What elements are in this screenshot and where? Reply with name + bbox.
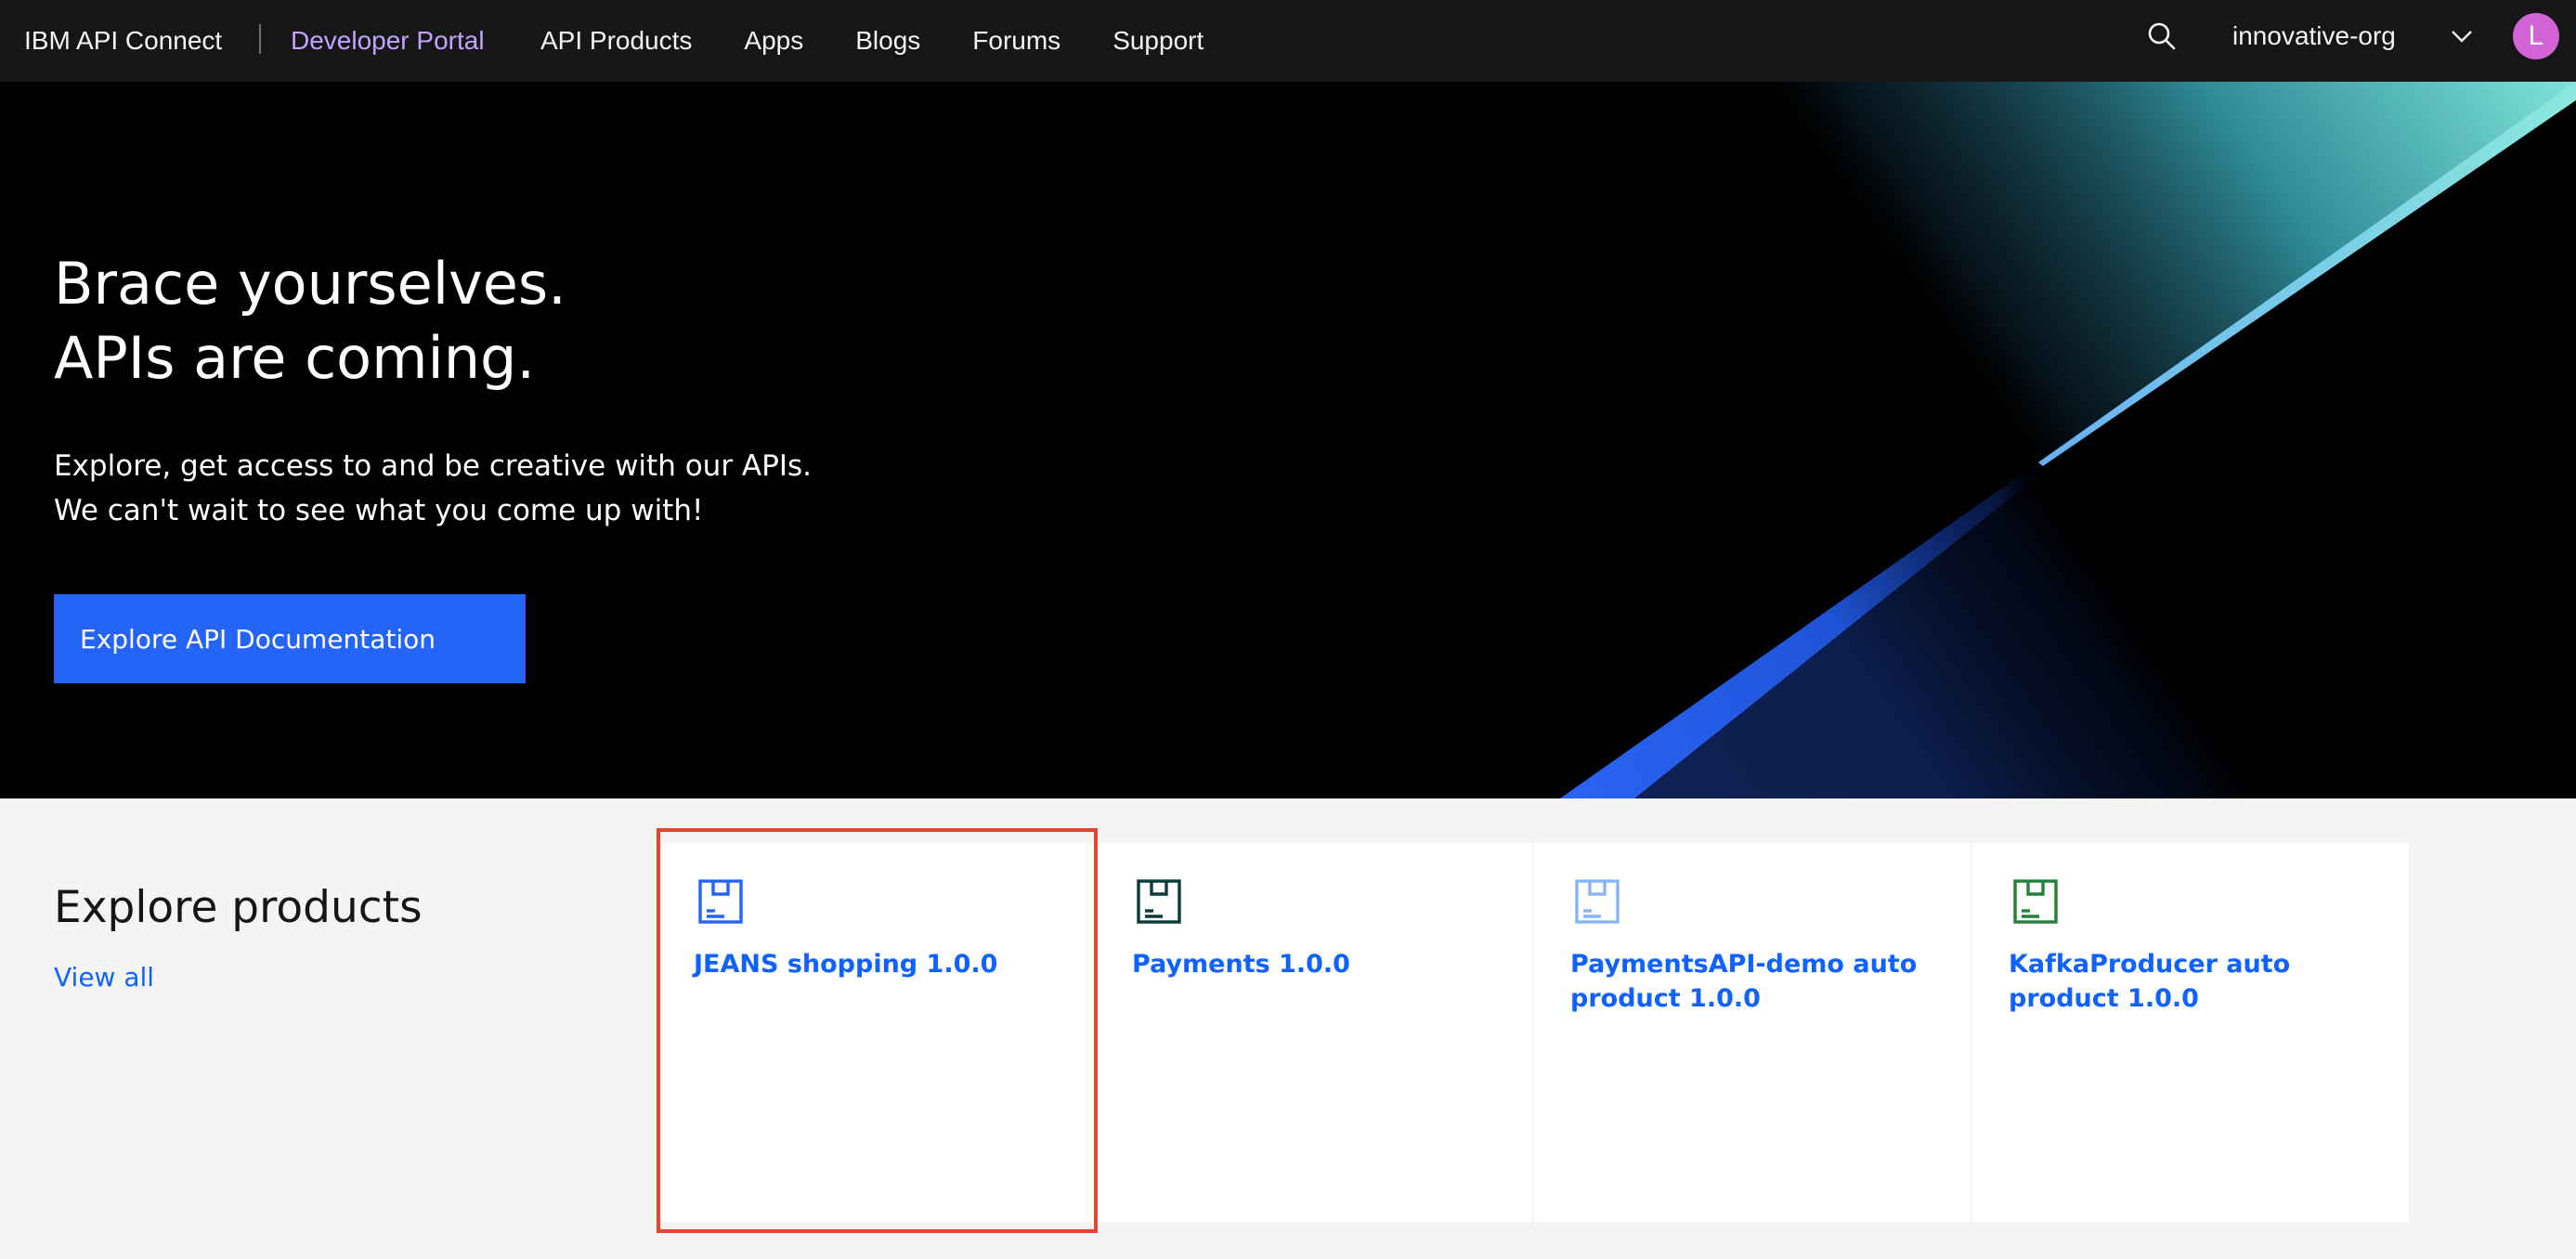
nav-item-api-products[interactable]: API Products <box>540 26 692 56</box>
product-card-title[interactable]: PaymentsAPI-demo auto product 1.0.0 <box>1570 947 1951 1016</box>
top-navigation-bar: IBM API Connect Developer Portal API Pro… <box>0 0 2576 82</box>
hero-background-art <box>1560 82 2576 798</box>
product-card-payments[interactable]: Payments 1.0.0 <box>1096 843 1532 1222</box>
search-icon <box>2148 22 2176 50</box>
hero-banner: Brace yourselves. APIs are coming. Explo… <box>0 82 2576 798</box>
hero-subtitle-line-1: Explore, get access to and be creative w… <box>54 449 812 483</box>
explore-api-documentation-button[interactable]: Explore API Documentation <box>54 594 526 683</box>
chevron-down-icon <box>2452 31 2472 43</box>
user-avatar[interactable]: L <box>2513 13 2559 59</box>
avatar-initial: L <box>2528 20 2544 51</box>
product-box-icon <box>1575 879 1620 924</box>
product-card-paymentsapi-demo[interactable]: PaymentsAPI-demo auto product 1.0.0 <box>1534 843 1971 1222</box>
hero-heading-line-2: APIs are coming. <box>54 324 536 392</box>
nav-item-blogs[interactable]: Blogs <box>855 26 920 56</box>
hero-subtitle-line-2: We can't wait to see what you come up wi… <box>54 494 704 527</box>
product-card-title[interactable]: KafkaProducer auto product 1.0.0 <box>2009 947 2389 1016</box>
hero-heading: Brace yourselves. APIs are coming. <box>54 247 566 396</box>
product-card-title[interactable]: JEANS shopping 1.0.0 <box>694 947 1074 981</box>
product-card-jeans-shopping[interactable]: JEANS shopping 1.0.0 <box>657 843 1094 1222</box>
view-all-link[interactable]: View all <box>54 962 154 993</box>
product-box-icon <box>698 879 743 924</box>
brand-divider <box>259 24 261 54</box>
org-dropdown-button[interactable] <box>2449 24 2475 48</box>
nav-item-apps[interactable]: Apps <box>744 26 803 56</box>
product-box-icon <box>2013 879 2058 924</box>
nav-item-forums[interactable]: Forums <box>972 26 1060 56</box>
nav-item-support[interactable]: Support <box>1112 26 1203 56</box>
brand-logo[interactable]: IBM API Connect <box>24 0 222 82</box>
hero-subtitle: Explore, get access to and be creative w… <box>54 444 812 533</box>
product-card-title[interactable]: Payments 1.0.0 <box>1132 947 1513 981</box>
product-card-kafkaproducer[interactable]: KafkaProducer auto product 1.0.0 <box>1972 843 2409 1222</box>
product-box-icon <box>1137 879 1181 924</box>
org-switcher[interactable]: innovative-org <box>2232 0 2396 72</box>
main-nav: API Products Apps Blogs Forums Support <box>540 0 1255 82</box>
explore-products-heading: Explore products <box>54 882 423 933</box>
developer-portal-link[interactable]: Developer Portal <box>291 0 485 82</box>
hero-heading-line-1: Brace yourselves. <box>54 250 566 318</box>
search-button[interactable] <box>2145 19 2179 53</box>
